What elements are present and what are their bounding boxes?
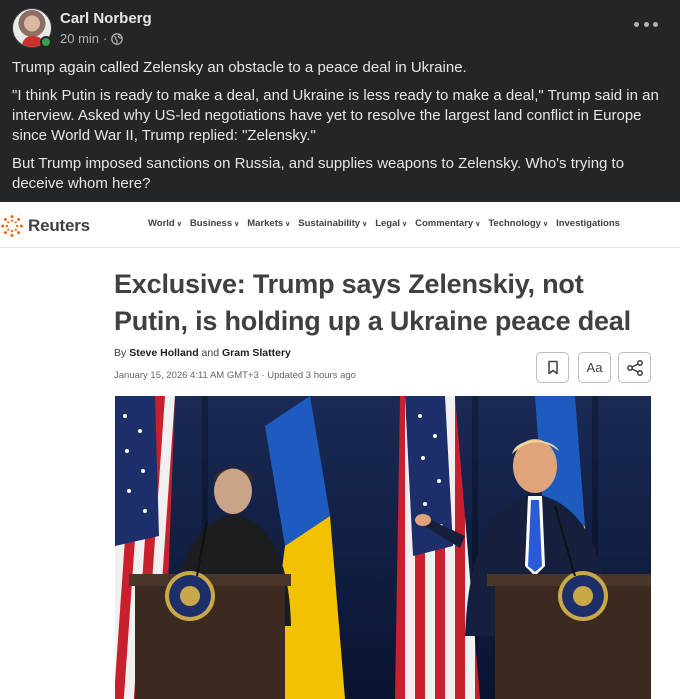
author-link-1[interactable]: Steve Holland	[129, 347, 198, 359]
nav-markets[interactable]: Markets ∨	[247, 218, 290, 229]
globe-icon	[111, 32, 124, 45]
article-headline: Exclusive: Trump says Zelenskiy, not Put…	[114, 269, 631, 336]
bookmark-button[interactable]	[536, 352, 569, 383]
nav-technology[interactable]: Technology ∨	[488, 218, 548, 229]
post-author-name[interactable]: Carl Norberg	[60, 10, 152, 27]
chevron-down-icon: ∨	[475, 220, 481, 228]
reuters-logo[interactable]: Reuters	[0, 214, 90, 238]
nav-legal[interactable]: Legal ∨	[375, 218, 407, 229]
chevron-down-icon: ∨	[402, 220, 408, 228]
post-paragraph-1: Trump again called Zelensky an obstacle …	[12, 59, 467, 76]
nav-investigations[interactable]: Investigations	[556, 218, 620, 229]
shared-article-card[interactable]: Reuters World ∨ Business ∨ Markets ∨ Sustai…	[0, 202, 680, 699]
reuters-brand: Reuters	[28, 216, 90, 235]
author-link-2[interactable]: Gram Slattery	[222, 347, 291, 359]
meta-separator: ·	[103, 31, 108, 46]
chevron-down-icon: ∨	[285, 220, 291, 228]
post-paragraph-3: But Trump imposed sanctions on Russia, a…	[12, 155, 625, 192]
nav-business[interactable]: Business ∨	[190, 218, 239, 229]
article-byline: By Steve Holland and Gram Slattery	[114, 347, 291, 359]
bookmark-icon	[547, 360, 558, 375]
post-paragraph-2: "I think Putin is ready to make a deal, …	[12, 87, 659, 144]
chevron-down-icon: ∨	[234, 220, 240, 228]
post-header: Carl Norberg 20 min ·	[0, 0, 680, 56]
post-text: Trump again called Zelensky an obstacle …	[12, 58, 668, 202]
chevron-down-icon: ∨	[362, 220, 368, 228]
more-options-icon[interactable]	[634, 14, 658, 34]
post-meta: 20 min ·	[60, 31, 124, 46]
nav-world[interactable]: World ∨	[148, 218, 182, 229]
chevron-down-icon: ∨	[542, 220, 549, 228]
nav-commentary[interactable]: Commentary ∨	[415, 218, 480, 229]
reuters-nav-bar: Reuters World ∨ Business ∨ Markets ∨ Sustai…	[0, 202, 680, 248]
share-button[interactable]	[618, 352, 651, 383]
post-time[interactable]: 20 min	[60, 31, 99, 46]
online-status-badge	[40, 36, 52, 48]
reuters-logo-icon	[1, 215, 23, 237]
chevron-down-icon: ∨	[176, 220, 182, 228]
reuters-nav-items: World ∨ Business ∨ Markets ∨ Sustainability…	[148, 218, 620, 229]
article-photo[interactable]	[115, 396, 651, 699]
text-size-button[interactable]: Aa	[578, 352, 611, 383]
share-icon	[626, 359, 643, 376]
nav-sustainability[interactable]: Sustainability ∨	[298, 218, 367, 229]
article-dateline: January 15, 2026 4:11 AM GMT+3 · Updated…	[114, 370, 356, 381]
